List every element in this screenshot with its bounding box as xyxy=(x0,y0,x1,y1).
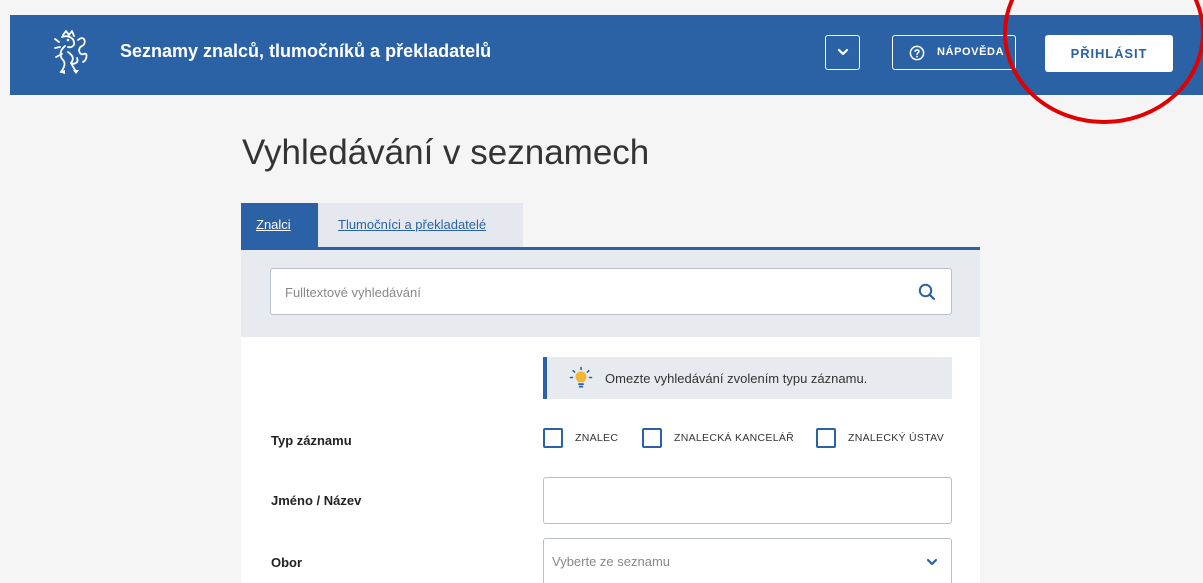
chevron-down-icon xyxy=(926,558,938,566)
question-circle-icon xyxy=(909,45,925,61)
checkbox-znalec-box[interactable] xyxy=(543,428,563,448)
filter-form: Omezte vyhledávání zvolením typu záznamu… xyxy=(241,337,980,583)
page-title: Vyhledávání v seznamech xyxy=(242,133,650,172)
search-box[interactable] xyxy=(270,268,952,315)
hint-box: Omezte vyhledávání zvolením typu záznamu… xyxy=(543,357,952,399)
search-icon[interactable] xyxy=(918,283,936,301)
checkbox-znalecka-kancelar-box[interactable] xyxy=(642,428,662,448)
field-select[interactable]: Vyberte ze seznamu xyxy=(543,538,952,583)
tab-tlumocnici[interactable]: Tlumočníci a překladatelé xyxy=(318,203,523,250)
search-panel xyxy=(241,250,980,337)
checkbox-znalecka-kancelar-label[interactable]: ZNALECKÁ KANCELÁŘ xyxy=(674,432,794,444)
field-select-placeholder: Vyberte ze seznamu xyxy=(552,554,671,569)
name-input[interactable] xyxy=(543,477,952,524)
search-input[interactable] xyxy=(285,282,885,302)
help-button[interactable]: NÁPOVĚDA xyxy=(892,35,1016,70)
site-title[interactable]: Seznamy znalců, tlumočníků a překladatel… xyxy=(120,41,491,62)
record-type-label: Typ záznamu xyxy=(271,433,352,448)
checkbox-znalecky-ustav-box[interactable] xyxy=(816,428,836,448)
field-label: Obor xyxy=(271,555,303,570)
chevron-down-icon xyxy=(837,48,849,56)
tab-znalci[interactable]: Znalci xyxy=(241,203,318,250)
dropdown-button[interactable] xyxy=(825,35,860,70)
checkbox-znalecky-ustav-label[interactable]: ZNALECKÝ ÚSTAV xyxy=(848,432,944,444)
hint-text: Omezte vyhledávání zvolením typu záznamu… xyxy=(605,371,868,386)
lightbulb-icon xyxy=(569,366,593,388)
app-header: Seznamy znalců, tlumočníků a překladatel… xyxy=(10,15,1203,95)
help-label: NÁPOVĚDA xyxy=(937,46,1005,58)
name-label: Jméno / Název xyxy=(271,493,362,508)
czech-lion-icon[interactable] xyxy=(53,30,89,76)
login-button[interactable]: PŘIHLÁSIT xyxy=(1045,35,1173,72)
checkbox-znalec-label[interactable]: ZNALEC xyxy=(575,432,618,444)
